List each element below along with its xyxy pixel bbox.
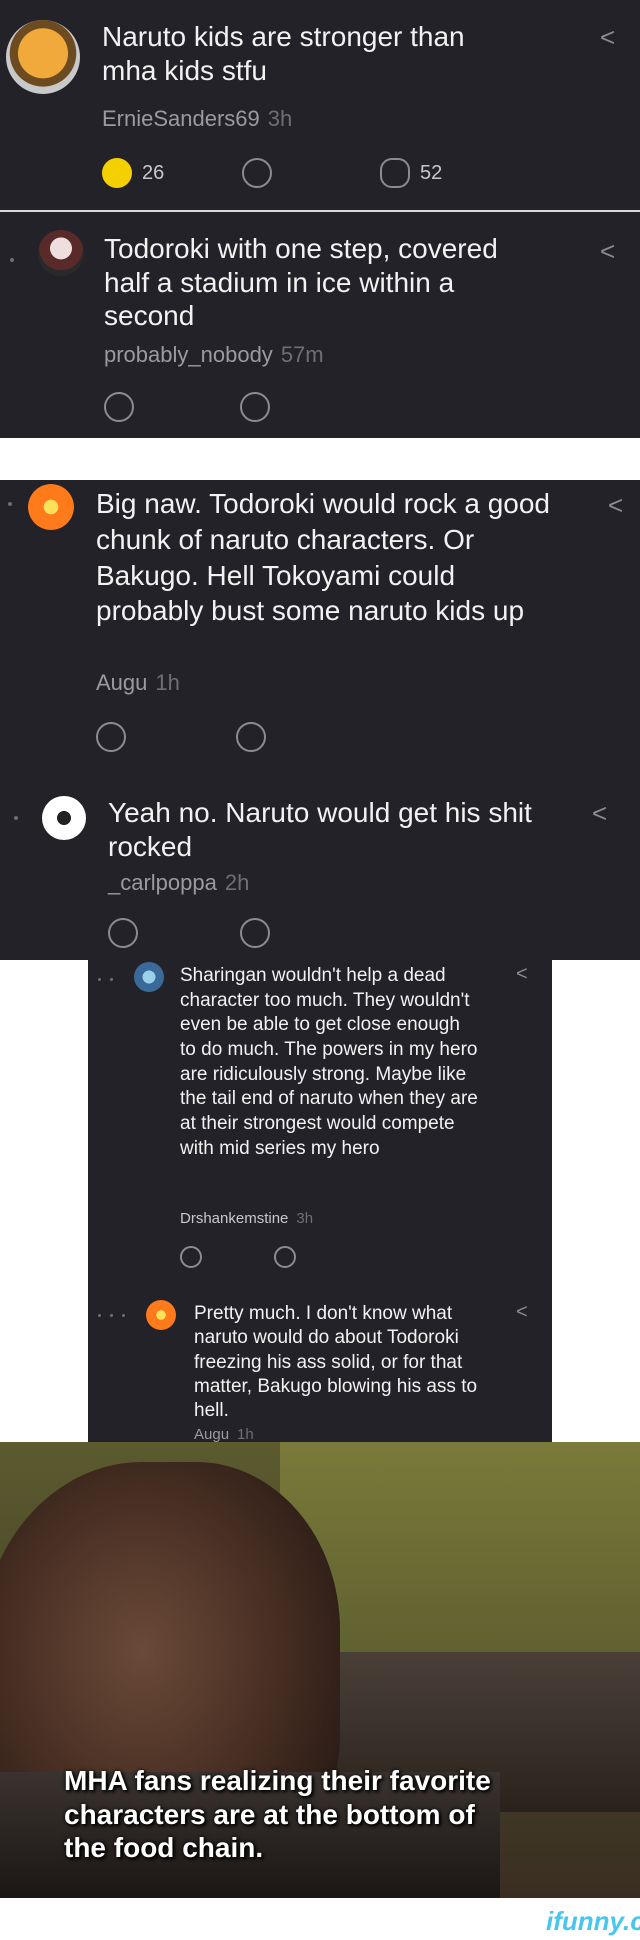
comment-age: 57m (280, 342, 324, 367)
reply-count: 52 (420, 161, 443, 184)
share-icon[interactable]: < (608, 492, 623, 518)
smile-face-icon (102, 158, 132, 188)
comment-meta: Augu 1h (96, 670, 180, 696)
share-icon[interactable]: < (516, 964, 528, 984)
smile-button[interactable] (104, 392, 134, 422)
frown-face-icon (240, 392, 270, 422)
thread-dot (14, 816, 18, 820)
comment-panel-2: Big naw. Todoroki would rock a good chun… (0, 480, 640, 960)
avatar[interactable] (134, 962, 164, 992)
frown-face-icon (242, 158, 272, 188)
frown-button[interactable] (274, 1246, 296, 1268)
frown-face-icon (240, 918, 270, 948)
smile-button[interactable] (108, 918, 138, 948)
reply-icon (380, 158, 410, 188)
thread-dot (10, 258, 14, 262)
thread-dot (98, 1314, 101, 1317)
frown-face-icon (236, 722, 266, 752)
frown-face-icon (274, 1246, 296, 1268)
smile-face-icon (180, 1246, 202, 1268)
comment-text: Pretty much. I don't know what naruto wo… (194, 1303, 478, 1422)
comment-meta: ErnieSanders69 3h (102, 106, 292, 132)
reply-button[interactable]: 52 (380, 158, 442, 188)
avatar[interactable] (42, 796, 86, 840)
meme-caption: MHA fans realizing their favorite charac… (64, 1765, 491, 1864)
author-name[interactable]: Augu (194, 1426, 229, 1442)
author-name[interactable]: Augu (96, 670, 147, 695)
comment-text: Big naw. Todoroki would rock a good chun… (96, 488, 550, 627)
share-icon[interactable]: < (600, 24, 615, 50)
author-name[interactable]: _carlpoppa (108, 870, 217, 895)
avatar[interactable] (6, 20, 80, 94)
comment-text: Yeah no. Naruto would get his shit rocke… (108, 797, 532, 862)
share-icon[interactable]: < (516, 1302, 528, 1322)
smile-face-icon (108, 918, 138, 948)
comment-text: Naruto kids are stronger than mha kids s… (102, 21, 465, 86)
thread-dot (122, 1314, 125, 1317)
bottom-bar (0, 1898, 640, 1940)
comment-panel-3: Sharingan wouldn't help a dead character… (88, 960, 552, 1442)
thread-dot (110, 978, 113, 981)
smile-face-icon (104, 392, 134, 422)
comment-age: 1h (155, 670, 180, 695)
comment-age: 2h (224, 870, 250, 895)
thread-dot (110, 1314, 113, 1317)
thread-dot (8, 502, 12, 506)
comment-meta: probably_nobody 57m (104, 342, 324, 368)
avatar[interactable] (38, 230, 84, 276)
smile-face-icon (96, 722, 126, 752)
smile-button[interactable]: 26 (102, 158, 164, 188)
author-name[interactable]: Drshankemstine (180, 1210, 288, 1227)
comment-meta: _carlpoppa 2h (108, 870, 249, 896)
comment-panel-1: Naruto kids are stronger than mha kids s… (0, 0, 640, 438)
frown-button[interactable] (242, 158, 272, 188)
frown-button[interactable] (240, 918, 270, 948)
share-icon[interactable]: < (592, 800, 607, 826)
comment-age: 3h (296, 1210, 314, 1227)
comment-meta: Drshankemstine 3h (180, 1210, 313, 1227)
comment-meta: Augu 1h (194, 1426, 254, 1442)
smile-count: 26 (142, 161, 165, 184)
share-icon[interactable]: < (600, 238, 615, 264)
frown-button[interactable] (240, 392, 270, 422)
frown-button[interactable] (236, 722, 266, 752)
meme-image: MHA fans realizing their favorite charac… (0, 1442, 640, 1898)
ifunny-logo: ifunny.co (546, 1906, 640, 1936)
smile-button[interactable] (96, 722, 126, 752)
divider (0, 210, 640, 212)
comment-text: Todoroki with one step, covered half a s… (104, 233, 498, 332)
avatar[interactable] (146, 1300, 176, 1330)
author-name[interactable]: probably_nobody (104, 342, 273, 367)
smile-button[interactable] (180, 1246, 202, 1268)
thread-dot (98, 978, 101, 981)
comment-age: 3h (267, 106, 293, 131)
comment-text: Sharingan wouldn't help a dead character… (180, 965, 478, 1159)
comment-age: 1h (237, 1426, 254, 1442)
author-name[interactable]: ErnieSanders69 (102, 106, 260, 131)
avatar[interactable] (28, 484, 74, 530)
